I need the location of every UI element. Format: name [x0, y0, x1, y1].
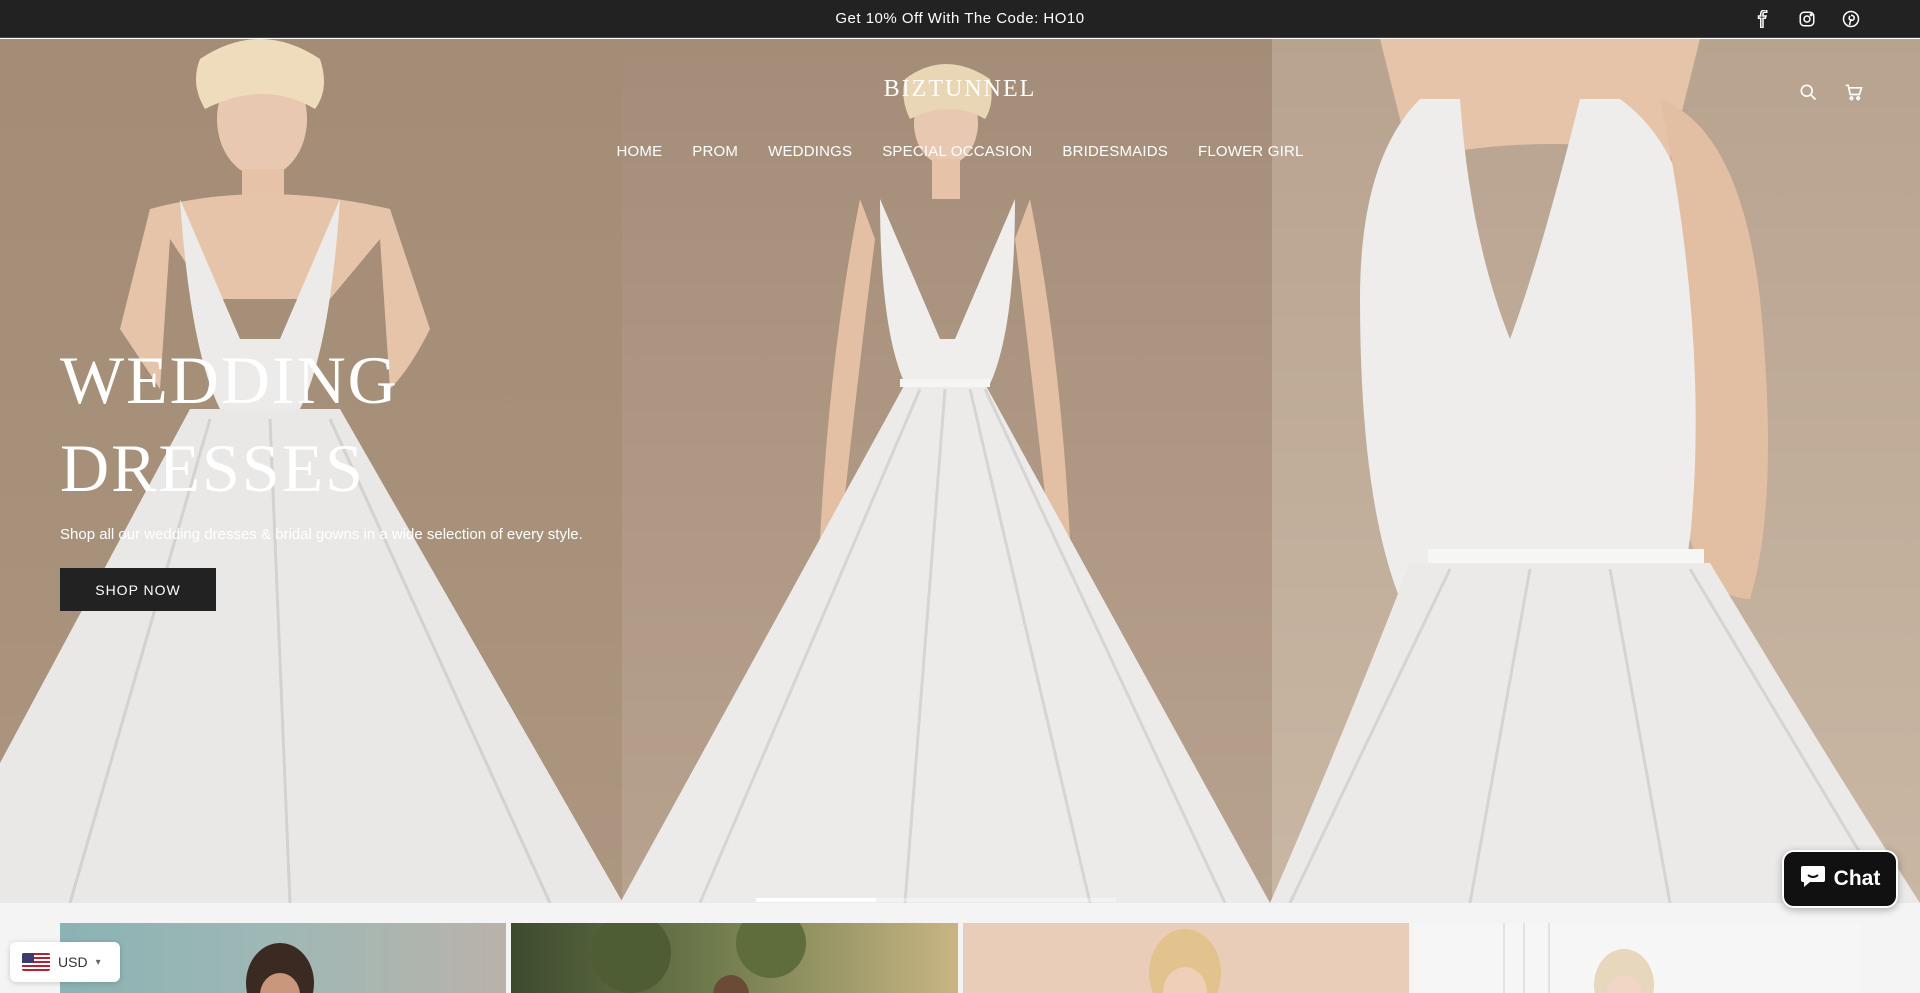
- chat-label: Chat: [1833, 867, 1881, 890]
- site-logo[interactable]: BIZTUNNEL: [0, 76, 1920, 103]
- chat-button[interactable]: Chat: [1782, 850, 1898, 908]
- main-nav: HOME PROM WEDDINGS SPECIAL OCCASION BRID…: [0, 143, 1920, 160]
- instagram-icon[interactable]: [1798, 10, 1816, 28]
- cart-icon[interactable]: [1844, 82, 1864, 102]
- facebook-icon[interactable]: [1754, 10, 1772, 28]
- nav-special-occasion[interactable]: SPECIAL OCCASION: [882, 143, 1032, 160]
- chat-bubble-icon: [1800, 864, 1826, 894]
- nav-flower-girl[interactable]: FLOWER GIRL: [1198, 143, 1304, 160]
- collection-image: [246, 943, 314, 993]
- search-icon[interactable]: [1798, 82, 1818, 102]
- collection-tile-1[interactable]: [60, 923, 506, 993]
- hero-title: WEDDING DRESSES: [60, 336, 560, 512]
- slide-indicator-2[interactable]: [876, 898, 996, 902]
- currency-selector[interactable]: USD ▾: [10, 942, 120, 982]
- slide-indicator-1[interactable]: [756, 898, 876, 902]
- collection-tile-4[interactable]: [1414, 923, 1860, 993]
- collection-image: [1503, 923, 1654, 993]
- nav-prom[interactable]: PROM: [692, 143, 738, 160]
- currency-code: USD: [58, 954, 88, 970]
- slide-indicator-3[interactable]: [996, 898, 1116, 902]
- hero-title-line1: WEDDING: [60, 342, 399, 418]
- collection-image: [1149, 929, 1221, 993]
- hero-banner: BIZTUNNEL HOME PROM WEDDINGS SPECIAL OCC…: [0, 39, 1920, 903]
- nav-bridesmaids[interactable]: BRIDESMAIDS: [1062, 143, 1168, 160]
- announcement-text: Get 10% Off With The Code: HO10: [835, 10, 1085, 27]
- collection-image: [591, 923, 806, 993]
- shop-now-button[interactable]: SHOP NOW: [60, 568, 216, 611]
- hero-title-line2: DRESSES: [60, 430, 365, 506]
- hero-subtitle: Shop all our wedding dresses & bridal go…: [60, 526, 583, 543]
- chevron-down-icon: ▾: [95, 956, 101, 968]
- us-flag-icon: [22, 953, 50, 971]
- nav-weddings[interactable]: WEDDINGS: [768, 143, 852, 160]
- collection-strip: [0, 903, 1920, 993]
- nav-home[interactable]: HOME: [616, 143, 662, 160]
- slider-indicator: [756, 898, 1116, 902]
- header-actions: [1798, 82, 1864, 102]
- announcement-bar: Get 10% Off With The Code: HO10: [0, 0, 1920, 38]
- social-links: [1754, 0, 1860, 38]
- collection-tile-3[interactable]: [963, 923, 1409, 993]
- pinterest-icon[interactable]: [1842, 10, 1860, 28]
- collection-tile-2[interactable]: [511, 923, 958, 993]
